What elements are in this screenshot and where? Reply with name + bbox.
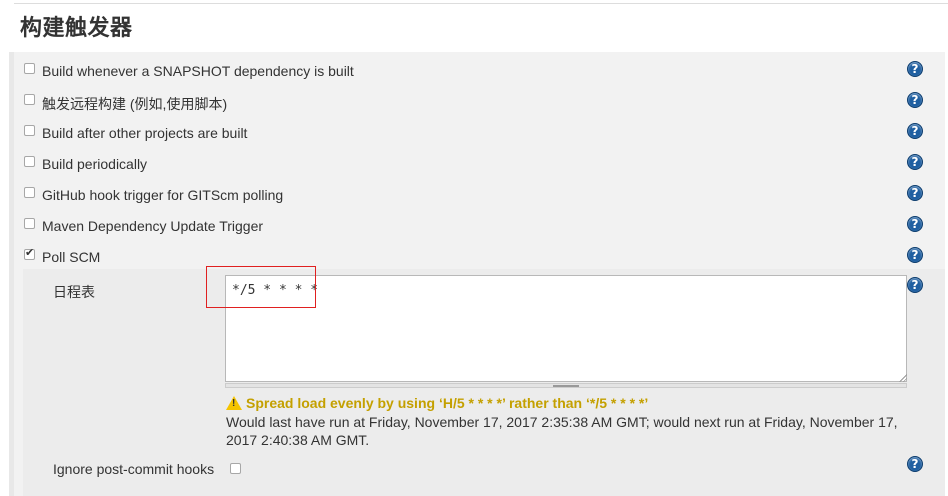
ignore-hooks-checkbox[interactable] [230, 463, 241, 474]
resize-grip-icon[interactable] [899, 374, 907, 382]
trigger-checkbox-remote[interactable] [24, 94, 35, 105]
trigger-row-snapshot: Build whenever a SNAPSHOT dependency is … [23, 54, 945, 85]
top-divider [14, 3, 948, 4]
schedule-warning-text: Spread load evenly by using ‘H/5 * * * *… [246, 395, 649, 411]
trigger-label-remote[interactable]: 触发远程构建 (例如,使用脚本) [42, 94, 227, 114]
help-icon[interactable]: ? [907, 92, 923, 108]
trigger-label-poll-scm[interactable]: Poll SCM [42, 249, 100, 265]
help-icon[interactable]: ? [907, 277, 923, 293]
ignore-hooks-label[interactable]: Ignore post-commit hooks [53, 461, 214, 477]
warning-icon [226, 396, 242, 410]
trigger-row-maven: Maven Dependency Update Trigger ? [23, 209, 945, 240]
section-left-bar [9, 52, 14, 496]
trigger-checkbox-maven[interactable] [24, 218, 35, 229]
help-icon[interactable]: ? [907, 456, 923, 472]
trigger-row-after-other: Build after other projects are built ? [23, 116, 945, 147]
trigger-checkbox-after-other[interactable] [24, 125, 35, 136]
trigger-label-maven[interactable]: Maven Dependency Update Trigger [42, 218, 263, 234]
poll-scm-settings: 日程表 ? Spread load evenly by using ‘H/5 *… [23, 269, 945, 496]
trigger-row-periodically: Build periodically ? [23, 147, 945, 178]
trigger-row-poll-scm: Poll SCM ? [23, 240, 945, 271]
help-icon[interactable]: ? [907, 123, 923, 139]
build-triggers-section: Build whenever a SNAPSHOT dependency is … [9, 52, 945, 496]
trigger-label-after-other[interactable]: Build after other projects are built [42, 125, 247, 141]
textarea-resize-handle[interactable] [225, 383, 907, 388]
trigger-checkbox-github-hook[interactable] [24, 187, 35, 198]
trigger-label-github-hook[interactable]: GitHub hook trigger for GITScm polling [42, 187, 283, 203]
help-icon[interactable]: ? [907, 216, 923, 232]
help-icon[interactable]: ? [907, 61, 923, 77]
help-icon[interactable]: ? [907, 185, 923, 201]
help-icon[interactable]: ? [907, 154, 923, 170]
trigger-row-remote: 触发远程构建 (例如,使用脚本) ? [23, 85, 945, 116]
annotation-highlight-box [206, 266, 316, 308]
section-title: 构建触发器 [20, 16, 133, 41]
trigger-checkbox-periodically[interactable] [24, 156, 35, 167]
trigger-row-github-hook: GitHub hook trigger for GITScm polling ? [23, 178, 945, 209]
trigger-checkbox-snapshot[interactable] [24, 63, 35, 74]
schedule-warning: Spread load evenly by using ‘H/5 * * * *… [226, 395, 648, 411]
trigger-checkbox-poll-scm[interactable] [24, 246, 35, 260]
trigger-label-snapshot[interactable]: Build whenever a SNAPSHOT dependency is … [42, 63, 354, 79]
schedule-run-info: Would last have run at Friday, November … [226, 414, 898, 448]
schedule-label: 日程表 [53, 284, 95, 300]
help-icon[interactable]: ? [907, 247, 923, 263]
schedule-input[interactable] [225, 275, 907, 382]
trigger-label-periodically[interactable]: Build periodically [42, 156, 147, 172]
